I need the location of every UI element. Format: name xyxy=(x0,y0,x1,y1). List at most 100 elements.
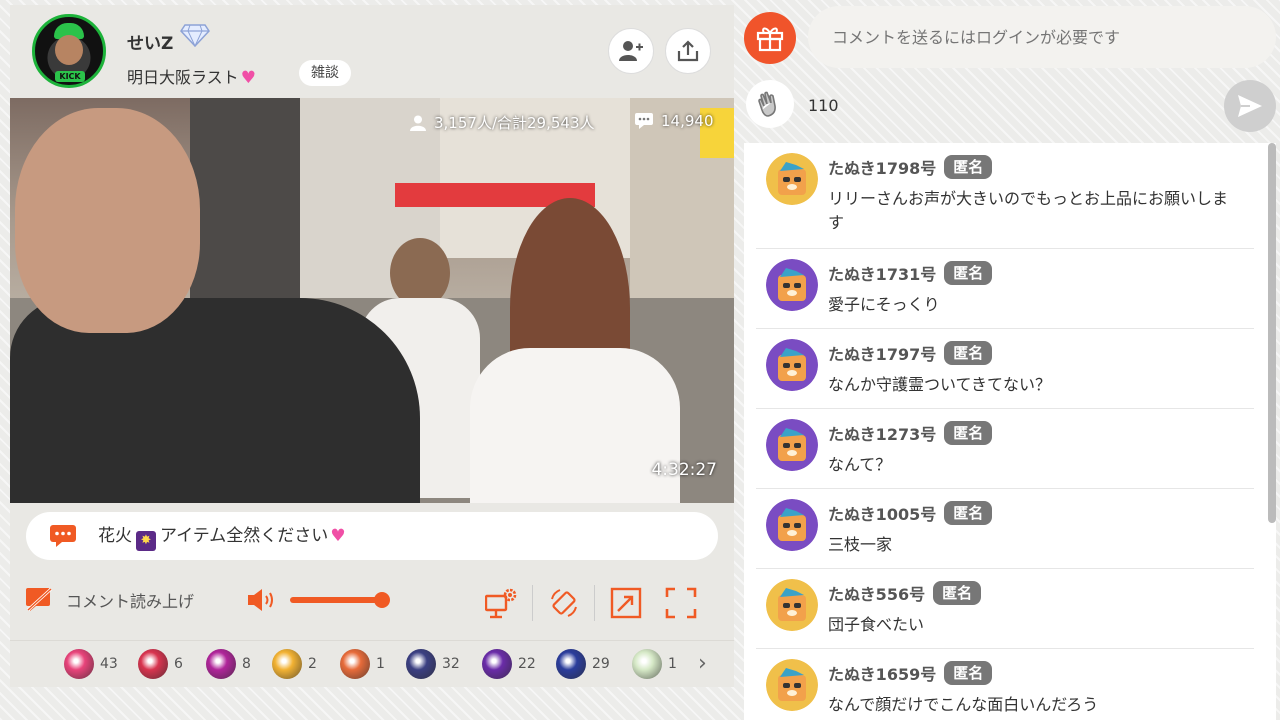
blue-firework-icon xyxy=(556,649,586,679)
purple-firework-icon xyxy=(482,649,512,679)
comment-item[interactable]: たぬき1005号 匿名 三枝一家 xyxy=(756,489,1254,569)
popout-icon xyxy=(610,587,642,619)
share-icon xyxy=(677,40,699,62)
comment-author-name: たぬき1731号 xyxy=(828,265,937,284)
comment-author-name: たぬき556号 xyxy=(828,585,926,604)
telop-text-before: 花火 xyxy=(98,526,132,546)
tanuki-avatar-icon xyxy=(766,499,818,551)
firework-icon: ✸ xyxy=(136,531,156,551)
rotate-screen-icon xyxy=(551,589,577,617)
gift-item-count: 8 xyxy=(242,656,251,672)
player-controls: コメント読み上げ xyxy=(10,573,734,629)
comment-item[interactable]: たぬき1659号 匿名 なんで顔だけでこんな面白いんだろう xyxy=(756,649,1254,720)
comment-text: 愛子にそっくり xyxy=(828,295,940,314)
sunset-firework-icon xyxy=(340,649,370,679)
gift-item[interactable]: 2 xyxy=(272,649,317,679)
gift-item-count: 29 xyxy=(592,656,610,672)
comment-author: たぬき1797号 匿名 xyxy=(828,341,993,365)
share-button[interactable] xyxy=(665,28,711,74)
comment-item[interactable]: たぬき1798号 匿名 リリーさんお声が大きいのでもっとお上品にお願いします xyxy=(756,143,1254,249)
telop-text-after: アイテム全然ください xyxy=(160,526,329,546)
gift-item[interactable]: 1 xyxy=(632,649,677,679)
gift-item-count: 32 xyxy=(442,656,460,672)
comment-list[interactable]: たぬき1798号 匿名 リリーさんお声が大きいのでもっとお上品にお願いします た… xyxy=(744,143,1276,720)
gift-item[interactable]: 8 xyxy=(206,649,251,679)
anonymous-badge: 匿名 xyxy=(944,501,993,525)
gift-item-count: 22 xyxy=(518,656,536,672)
clover-icon xyxy=(632,649,662,679)
player-settings-button[interactable] xyxy=(484,585,520,621)
comment-count-text: 14,940 xyxy=(661,112,714,130)
read-aloud-off-icon xyxy=(26,588,52,612)
read-aloud-toggle[interactable]: コメント読み上げ xyxy=(26,588,194,612)
comment-author-name: たぬき1798号 xyxy=(828,159,937,178)
comment-bubble-icon xyxy=(635,113,653,129)
comment-item[interactable]: たぬき1797号 匿名 なんか守護霊ついてきてない？ xyxy=(756,329,1254,409)
chevron-right-icon[interactable]: › xyxy=(698,651,707,676)
anonymous-badge: 匿名 xyxy=(944,661,993,685)
anonymous-badge: 匿名 xyxy=(944,421,993,445)
send-icon xyxy=(1238,95,1262,117)
volume-control xyxy=(246,587,390,613)
volume-knob[interactable] xyxy=(374,592,390,608)
clap-count: 110 xyxy=(808,96,839,115)
gift-item[interactable]: 22 xyxy=(482,649,536,679)
comment-input[interactable] xyxy=(808,6,1276,68)
gift-item[interactable]: 1 xyxy=(340,649,385,679)
streamer-avatar[interactable]: KICK xyxy=(32,14,106,88)
anonymous-badge: 匿名 xyxy=(933,581,982,605)
comment-item[interactable]: たぬき1273号 匿名 なんて？ xyxy=(756,409,1254,489)
rotate-button[interactable] xyxy=(546,585,582,621)
gift-item[interactable]: 43 xyxy=(64,649,118,679)
avatar-kick-label: KICK xyxy=(55,71,85,82)
tanuki-avatar-icon xyxy=(766,339,818,391)
gift-button[interactable] xyxy=(744,12,796,64)
video-player[interactable]: 3,157人/合計29,543人 14,940 4:32:27 xyxy=(10,98,734,503)
person-icon xyxy=(410,115,426,131)
clap-button[interactable] xyxy=(746,80,794,128)
popout-button[interactable] xyxy=(608,585,644,621)
viewer-count-text: 3,157人/合計29,543人 xyxy=(434,114,595,132)
tanuki-avatar-icon xyxy=(766,659,818,711)
comment-text: なんて？ xyxy=(828,455,892,474)
gift-item-count: 43 xyxy=(100,656,118,672)
gift-item[interactable]: 32 xyxy=(406,649,460,679)
streamer-name[interactable]: せいZ xyxy=(127,29,173,54)
stream-header: KICK せいZ 明日大阪ラスト ♥ 雑談 xyxy=(10,5,734,98)
anonymous-badge: 匿名 xyxy=(944,341,993,365)
volume-slider[interactable] xyxy=(290,592,390,608)
tanuki-avatar-icon xyxy=(766,153,818,205)
fullscreen-button[interactable] xyxy=(663,585,699,621)
stream-title-text: 明日大阪ラスト xyxy=(127,68,239,87)
comment-item[interactable]: たぬき556号 匿名 団子食べたい xyxy=(756,569,1254,649)
read-aloud-label: コメント読み上げ xyxy=(66,592,195,611)
comment-text: 団子食べたい xyxy=(828,615,925,634)
comment-author-name: たぬき1797号 xyxy=(828,345,937,364)
diamond-icon xyxy=(180,24,210,47)
gift-item[interactable]: 6 xyxy=(138,649,183,679)
send-button[interactable] xyxy=(1224,80,1276,132)
player-panel: KICK せいZ 明日大阪ラスト ♥ 雑談 3,157人/合計29,543人 1… xyxy=(10,5,734,687)
anonymous-badge: 匿名 xyxy=(944,155,993,179)
hearts-firework-icon xyxy=(206,649,236,679)
monitor-gear-icon xyxy=(485,588,517,619)
telop-icon xyxy=(50,525,76,547)
category-tag[interactable]: 雑談 xyxy=(299,60,351,86)
gift-item[interactable]: 29 xyxy=(556,649,610,679)
tanuki-avatar-icon xyxy=(766,259,818,311)
comment-author: たぬき1005号 匿名 xyxy=(828,501,993,525)
comment-author-name: たぬき1005号 xyxy=(828,505,937,524)
speaker-icon[interactable] xyxy=(246,587,276,613)
follow-button[interactable] xyxy=(608,28,654,74)
gift-items-row: › 43 6 8 2 1 32 22 29 1 xyxy=(10,640,734,685)
comment-author-name: たぬき1273号 xyxy=(828,425,937,444)
gift-item-count: 2 xyxy=(308,656,317,672)
tanuki-avatar-icon xyxy=(766,579,818,631)
heart-icon: ♥ xyxy=(330,526,346,546)
comment-item[interactable]: たぬき1731号 匿名 愛子にそっくり xyxy=(756,249,1254,329)
gift-item-count: 6 xyxy=(174,656,183,672)
comment-scrollbar[interactable] xyxy=(1268,143,1276,523)
comment-text: 三枝一家 xyxy=(828,535,893,554)
viewer-count: 3,157人/合計29,543人 xyxy=(410,112,594,133)
stream-title: 明日大阪ラスト ♥ xyxy=(127,64,256,88)
